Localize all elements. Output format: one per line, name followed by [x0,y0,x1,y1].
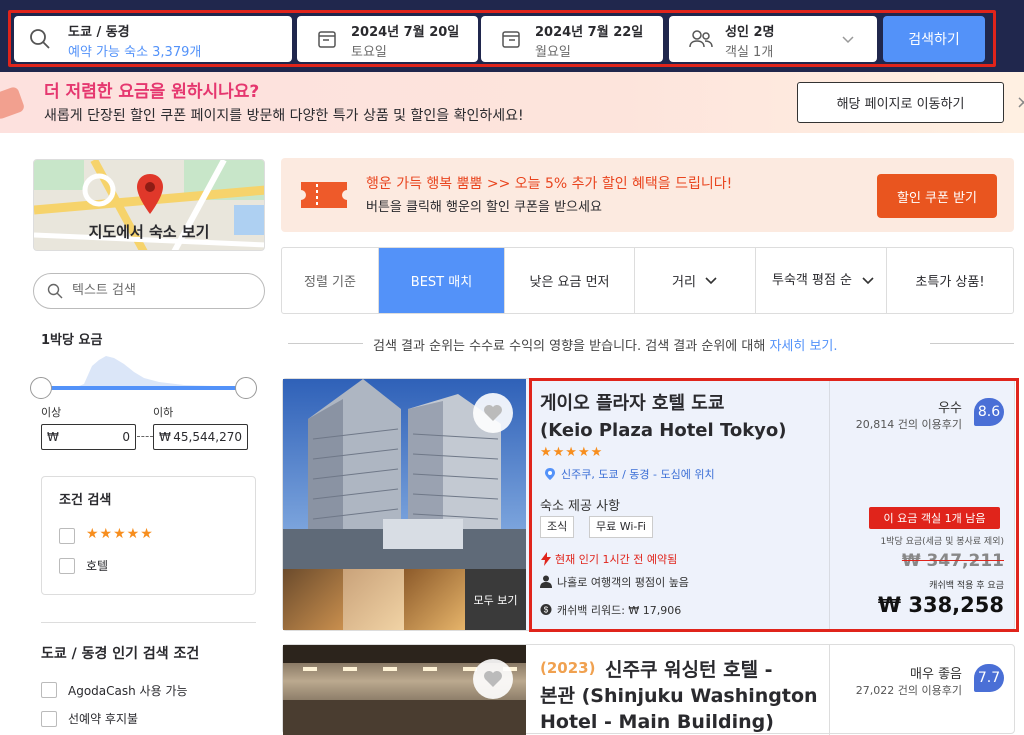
disclaimer-link[interactable]: 자세히 보기. [769,339,837,354]
max-price-value: 45,544,270 [173,430,242,444]
promo-go-button[interactable]: 해당 페이지로 이동하기 [797,82,1004,123]
min-price-value: 0 [122,430,130,444]
search-button[interactable]: 검색하기 [883,16,985,62]
max-price-input[interactable]: ₩ 45,544,270 [153,424,248,450]
sort-lowest-price[interactable]: 낮은 요금 먼저 [505,248,635,313]
chevron-down-icon [862,276,874,284]
sort-distance[interactable]: 거리 [635,248,756,313]
thumbnail-strip: 모두 보기 [283,569,526,630]
sort-best-match[interactable]: BEST 매치 [379,248,505,313]
sort-deals[interactable]: 초특가 상품! [887,248,1013,313]
sort-bar: 정렬 기준 BEST 매치 낮은 요금 먼저 거리 투숙객 평점 순 초특가 상… [281,247,1014,314]
filter-box: 조건 검색 ★★★★★ 호텔 [41,476,256,595]
popular-filters-title: 도쿄 / 동경 인기 검색 조건 [41,646,200,662]
top-search-bar: 도쿄 / 동경 예약 가능 숙소 3,379개 2024년 7월 20일 토요일… [0,0,1024,72]
max-price-label: 이하 [153,406,174,419]
text-search-placeholder: 텍스트 검색 [72,283,136,298]
popular-checkbox-agodacash[interactable] [41,682,57,698]
review-count[interactable]: 27,022 건의 이용후기 [856,682,962,698]
destination-availability: 예약 가능 숙소 3,379개 [68,45,202,60]
coupon-title: 행운 가득 행복 뿜뿜 >> 오늘 5% 추가 할인 혜택을 드립니다! [366,176,733,192]
popular-checkbox-paylater[interactable] [41,711,57,727]
coupon-subtitle: 버튼을 클릭해 행운의 할인 쿠폰을 받으세요 [366,200,602,215]
sidebar-divider [41,622,256,623]
popular-label-agodacash: AgodaCash 사용 가능 [68,684,188,698]
promo-close-icon[interactable]: × [1016,92,1024,113]
map-label: 지도에서 숙소 보기 [88,223,210,241]
heart-icon [484,671,502,687]
ticket-icon [301,182,347,208]
favorite-button[interactable] [473,659,513,699]
price-slider-track[interactable] [42,386,246,390]
highlight-frame [529,378,1019,632]
currency-symbol: ₩ [47,430,59,444]
price-title: 1박당 요금 [41,333,103,348]
promo-title: 더 저렴한 요금을 원하시나요? [44,82,260,102]
sort-distance-label: 거리 [672,275,696,290]
divider-left [288,343,363,344]
get-coupon-button[interactable]: 할인 쿠폰 받기 [877,174,997,218]
disclaimer-text: 검색 결과 순위는 수수료 수익의 영향을 받습니다. 검색 결과 순위에 대해 [373,339,766,354]
filter-checkbox-5star[interactable] [59,528,75,544]
destination-value: 도쿄 / 동경 [68,25,130,40]
price-histogram [44,356,244,388]
hotel-name-line3[interactable]: Hotel - Main Building) [540,709,774,735]
checkin-field[interactable]: 2024년 7월 20일 토요일 [297,16,478,62]
rating-score: 7.7 [974,664,1004,692]
text-search-input[interactable]: 텍스트 검색 [33,273,265,309]
popular-label-paylater: 선예약 후지불 [68,712,139,726]
thumbnail-2[interactable] [343,569,404,630]
hotel-photo[interactable] [283,645,526,735]
price-range-dash [137,436,153,437]
checkin-date: 2024년 7월 20일 [351,25,460,40]
coupon-banner: 행운 가득 행복 뿜뿜 >> 오늘 5% 추가 할인 혜택을 드립니다! 버튼을… [281,158,1014,232]
hotel-year-badge: (2023) [540,659,596,677]
filter-label-hotel: 호텔 [86,559,109,573]
hotel-year: 2023 [546,659,589,677]
promo-banner: 더 저렴한 요금을 원하시나요? 새롭게 단장된 할인 쿠폰 페이지를 방문해 … [0,72,1024,133]
search-icon [30,29,50,49]
calendar-checkin-icon [318,31,336,48]
map-pin-icon [137,174,163,214]
guests-adults: 성인 2명 [725,25,775,40]
favorite-button[interactable] [473,393,513,433]
search-box: 도쿄 / 동경 예약 가능 숙소 3,379개 2024년 7월 20일 토요일… [8,10,996,67]
thumbnail-1[interactable] [283,569,343,630]
chevron-down-icon [705,276,717,284]
heart-icon [484,405,502,421]
filter-checkbox-hotel[interactable] [59,558,75,574]
guests-field[interactable]: 성인 2명 객실 1개 [669,16,877,62]
sort-label: 정렬 기준 [282,248,379,313]
guests-rooms: 객실 1개 [725,45,774,60]
destination-field[interactable]: 도쿄 / 동경 예약 가능 숙소 3,379개 [14,16,292,62]
price-slider-max-handle[interactable] [235,377,257,399]
checkout-field[interactable]: 2024년 7월 22일 월요일 [481,16,663,62]
min-price-label: 이상 [41,406,62,419]
checkin-day: 토요일 [351,45,387,60]
thumbnail-3[interactable] [404,569,465,630]
calendar-checkout-icon [502,31,520,48]
hotel-name-line1[interactable]: 신주쿠 워싱턴 호텔 - [605,657,773,683]
price-column-divider [829,645,830,735]
sort-guest-rating[interactable]: 투숙객 평점 순 [756,248,887,313]
coupon-tag-icon [0,85,26,121]
filter-label-5star: ★★★★★ [86,526,154,542]
checkout-day: 월요일 [535,45,571,60]
chevron-down-icon [842,36,854,44]
min-price-input[interactable]: ₩ 0 [41,424,136,450]
sort-guest-rating-label: 투숙객 평점 순 [771,272,853,288]
guests-icon [689,30,713,48]
promo-subtitle: 새롭게 단장된 할인 쿠폰 페이지를 방문해 다양한 특가 상품 및 할인을 확… [44,108,524,124]
hotel-photo[interactable]: 모두 보기 [283,379,526,630]
hotel-name-line2[interactable]: 본관 (Shinjuku Washington [540,683,818,709]
checkout-date: 2024년 7월 22일 [535,25,644,40]
view-all-photos-button[interactable]: 모두 보기 [465,569,526,630]
currency-symbol: ₩ [159,430,171,444]
divider-right [930,343,1014,344]
filter-title: 조건 검색 [59,493,112,508]
map-preview[interactable]: 지도에서 숙소 보기 [33,159,265,251]
price-slider-min-handle[interactable] [30,377,52,399]
search-icon [47,283,63,299]
rating-word: 매우 좋음 [910,667,962,682]
